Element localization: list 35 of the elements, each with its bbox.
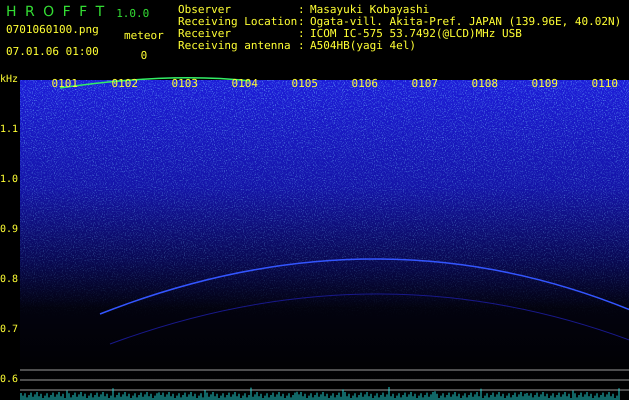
info-colon: : [298, 4, 306, 16]
axis-label: 1.1 [0, 124, 18, 136]
axis-label: 0.9 [0, 224, 18, 236]
meteor-label: meteor [124, 30, 164, 42]
info-label: Receiving Location [178, 16, 298, 28]
file-name: 0701060100.png [6, 24, 100, 36]
time-label: 0108 [470, 78, 499, 90]
time-label: 0105 [290, 78, 319, 90]
info-colon: : [298, 40, 306, 52]
info-label: Receiver [178, 28, 231, 40]
app-version: 1.0.0 [116, 8, 150, 20]
time-label: 0101 [50, 78, 79, 90]
time-label: 0102 [110, 78, 139, 90]
info-value: Ogata-vill. Akita-Pref. JAPAN (139.96E, 40.02N) [310, 16, 622, 28]
axis-label: 0.6 [0, 374, 18, 386]
time-label: 0103 [170, 78, 199, 90]
info-label: Observer [178, 4, 232, 16]
axis-unit: kHz [0, 74, 18, 86]
time-label: 0107 [410, 78, 439, 90]
app-title: H R O F F T [6, 4, 106, 20]
info-colon: : [298, 16, 306, 28]
meteor-count: 0 [140, 50, 148, 62]
axis-label: 0.7 [0, 324, 18, 336]
info-value: Masayuki Kobayashi [310, 4, 430, 16]
axis-label: 1.0 [0, 174, 18, 186]
info-value: ICOM IC-575 53.7492(@LCD)MHz USB [310, 28, 522, 40]
time-label: 0106 [350, 78, 379, 90]
info-value: A504HB(yagi 4el) [310, 40, 416, 52]
info-label: Receiving antenna [178, 40, 292, 52]
date-time: 07.01.06 01:00 [6, 46, 100, 58]
time-label: 0109 [530, 78, 559, 90]
time-label: 0104 [230, 78, 259, 90]
info-colon: : [298, 28, 306, 40]
time-label: 0110 [590, 78, 619, 90]
axis-label: 0.8 [0, 274, 18, 286]
